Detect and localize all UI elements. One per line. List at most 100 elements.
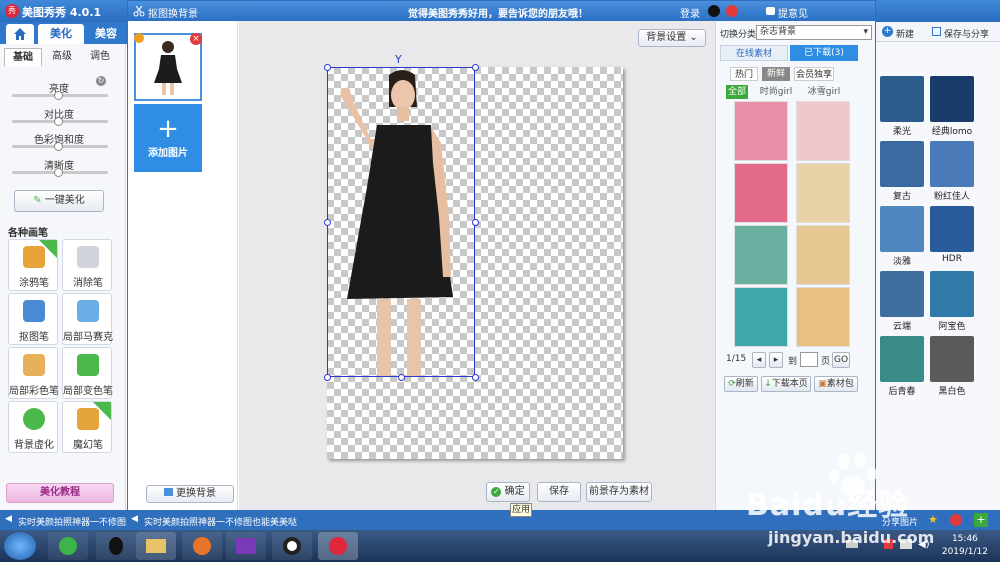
start-button-icon[interactable] [4,532,36,560]
login-link[interactable]: 登录 [680,5,700,20]
effect-retro[interactable]: 复古 [878,141,926,203]
material-thumbnail[interactable] [734,225,788,285]
taskbar-meitu-icon[interactable] [318,532,358,560]
goto-label: 到 [788,357,798,367]
subfilter-ice-girl[interactable]: 冰雪girl [802,85,846,99]
tool-local-color-brush[interactable]: 局部彩色笔 [8,347,59,399]
tab-beautify[interactable]: 美化 [38,24,84,44]
taskbar-recorder-icon[interactable] [272,532,312,560]
chevron-down-icon: ▾ [863,27,868,37]
effect-thumbnail [880,76,924,122]
subfilter-fashion-girl[interactable]: 时尚girl [754,85,798,99]
material-thumbnail[interactable] [796,101,850,161]
weibo-icon[interactable] [726,5,738,17]
save-foreground-as-material-button[interactable]: 前景存为素材 [586,482,652,502]
subtab-color[interactable]: 调色 [82,48,118,66]
background-settings-button[interactable]: 背景设置 ⌄ [638,29,706,47]
tool-doodle-pen[interactable]: 涂鸦笔 [8,239,58,291]
prev-page-button[interactable]: ◂ [752,352,766,368]
save-share-icon [932,27,941,36]
page-number-input[interactable] [800,352,818,367]
download-page-button[interactable]: ↓下载本页 [761,376,811,392]
remove-image-icon[interactable]: × [190,33,202,45]
go-button[interactable]: GO [832,352,850,368]
subtab-advanced[interactable]: 高级 [44,48,80,66]
filter-hot[interactable]: 热门 [730,67,758,81]
one-click-beautify-button[interactable]: ✎ 一键美化 [14,190,104,212]
baidu-watermark: Baidu经验 jingyan.baidu.com [742,450,992,550]
material-thumbnail[interactable] [796,163,850,223]
taskbar-qq-icon[interactable] [96,532,136,560]
tool-eraser[interactable]: 消除笔 [62,239,112,291]
material-thumbnail[interactable] [734,101,788,161]
subfilter-all[interactable]: 全部 [726,85,748,99]
tool-background-blur[interactable]: 背景虚化 [8,401,58,453]
cutout-dialog: 抠图换背景 觉得美图秀秀好用，要告诉您的朋友哦！ 登录 提意见 × + 添加图片… [127,0,876,515]
save-and-share-button[interactable]: 保存与分享 [944,27,989,40]
qq-icon[interactable] [708,5,720,17]
dialog-title: 抠图换背景 [148,9,198,20]
add-picture-button[interactable]: + 添加图片 [134,104,202,172]
effect-thumbnail [880,271,924,317]
material-thumbnail[interactable] [796,225,850,285]
filter-vip[interactable]: 会员独享 [794,67,834,81]
cutout-pen-icon [23,300,45,322]
effect-post-youth[interactable]: 后青春 [878,336,926,398]
material-thumbnail[interactable] [734,287,788,347]
rotate-handle-icon[interactable]: Y [395,53,402,66]
new-button[interactable]: 新建 [896,27,914,40]
taskbar-firefox-icon[interactable] [182,532,222,560]
taskbar-media-icon[interactable] [226,532,266,560]
subtab-basic[interactable]: 基础 [4,48,42,66]
beautify-tutorial-button[interactable]: 美化教程 [6,483,114,503]
material-thumbnail[interactable] [796,287,850,347]
effect-hdr[interactable]: HDR [928,206,976,268]
effect-soft-light[interactable]: 柔光 [878,76,926,138]
slider-knob[interactable] [54,142,63,151]
refresh-button[interactable]: ⟳刷新 [724,376,758,392]
tab-beauty[interactable]: 美容 [86,24,126,44]
status-ticker-right[interactable]: 实时美颜拍照神器一不修图也能美美哒 [144,515,297,528]
resize-handle[interactable] [472,64,479,71]
resize-handle[interactable] [472,219,479,226]
resize-handle[interactable] [324,64,331,71]
replace-background-button[interactable]: 更换背景 [146,485,234,503]
effect-black-white[interactable]: 黑白色 [928,336,976,398]
effect-pink-lady[interactable]: 粉红佳人 [928,141,976,203]
taskbar-explorer-icon[interactable] [136,532,176,560]
effect-cloud[interactable]: 云端 [878,271,926,333]
tab-downloaded[interactable]: 已下载(3) [790,45,858,61]
effect-thumbnail [930,336,974,382]
save-button[interactable]: 保存 [537,482,581,502]
slider-knob[interactable] [54,168,63,177]
material-pack-button[interactable]: ▣素材包 [814,376,858,392]
tool-local-recolor[interactable]: 局部变色笔 [62,347,113,399]
tool-magic-pen[interactable]: 魔幻笔 [62,401,112,453]
resize-handle[interactable] [398,374,405,381]
selection-box[interactable] [327,67,475,377]
tab-online-materials[interactable]: 在线素材 [720,45,788,61]
confirm-label: 确定 [504,486,525,497]
resize-handle[interactable] [324,374,331,381]
image-thumbnail[interactable]: × [134,33,202,101]
effect-elegant[interactable]: 淡雅 [878,206,926,268]
effect-abao[interactable]: 阿宝色 [928,271,976,333]
effect-classic-lomo[interactable]: 经典lomo [928,76,976,138]
material-thumbnail[interactable] [734,163,788,223]
category-select[interactable]: 杂志背景 ▾ [756,25,872,40]
resize-handle[interactable] [324,219,331,226]
taskbar-app-360-icon[interactable] [48,532,88,560]
confirm-button[interactable]: ✓ 确定 [486,482,530,502]
slider-knob[interactable] [54,117,63,126]
home-tab[interactable] [6,24,34,44]
slider-knob[interactable] [54,91,63,100]
tool-local-mosaic[interactable]: 局部马赛克 [62,293,113,345]
feedback-link[interactable]: 提意见 [778,5,808,20]
tool-cutout-pen[interactable]: 抠图笔 [8,293,58,345]
next-page-button[interactable]: ▸ [769,352,783,368]
canvas-area[interactable]: 背景设置 ⌄ Y ✓ 确定 保存 前景存为素材 [239,21,715,515]
status-ticker-left[interactable]: 实时美颜拍照神器一不修图 [18,515,126,528]
woman-thumbnail-image [154,41,182,95]
resize-handle[interactable] [472,374,479,381]
filter-new[interactable]: 新鲜 [762,67,790,81]
